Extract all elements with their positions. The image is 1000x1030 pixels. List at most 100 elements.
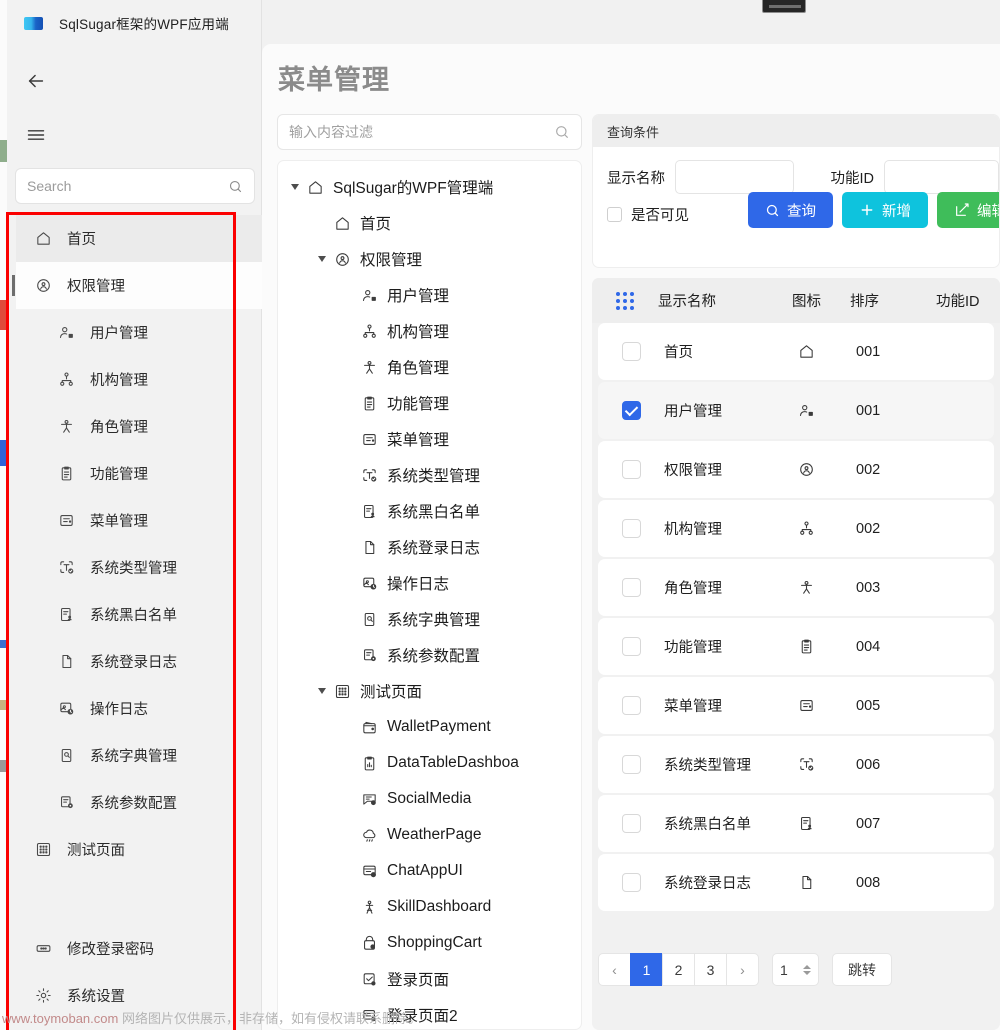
- home-icon: [798, 343, 815, 360]
- tree-filter-input[interactable]: 输入内容过滤: [277, 114, 582, 150]
- pager-page-1[interactable]: 1: [630, 953, 663, 986]
- tree-node-7[interactable]: 菜单管理: [278, 421, 581, 457]
- tree-node-4[interactable]: 机构管理: [278, 313, 581, 349]
- stepper-icon[interactable]: [803, 964, 811, 975]
- row-checkbox[interactable]: [621, 401, 641, 420]
- row-checkbox[interactable]: [621, 755, 641, 774]
- sidebar-bottom-item-0[interactable]: 修改登录密码: [16, 925, 262, 972]
- tree-node-19[interactable]: ChatAppUI: [278, 853, 581, 889]
- pager-goto-input[interactable]: 1: [772, 953, 819, 986]
- sidebar-item-13[interactable]: 测试页面: [16, 826, 262, 873]
- column-header-sort[interactable]: 排序: [850, 290, 936, 311]
- row-checkbox[interactable]: [621, 342, 641, 361]
- tree-node-label: WeatherPage: [387, 826, 482, 843]
- tree-node-11[interactable]: 操作日志: [278, 565, 581, 601]
- sidebar-item-label: 操作日志: [90, 702, 148, 718]
- row-checkbox[interactable]: [621, 519, 641, 538]
- table-row[interactable]: 系统黑白名单 007: [598, 795, 994, 852]
- sidebar-item-8[interactable]: 系统黑白名单: [16, 591, 262, 638]
- edit-button[interactable]: 编辑: [937, 192, 999, 228]
- visible-checkbox[interactable]: [607, 207, 622, 222]
- row-checkbox[interactable]: [621, 578, 641, 597]
- row-checkbox[interactable]: [621, 814, 641, 833]
- query-button[interactable]: 查询: [748, 192, 833, 228]
- function-id-field[interactable]: [883, 160, 999, 194]
- sidebar-item-0[interactable]: 首页: [16, 215, 262, 262]
- tree-node-14[interactable]: 测试页面: [278, 673, 581, 709]
- chevron-down-icon[interactable]: [315, 687, 328, 695]
- tree-node-0[interactable]: SqlSugar的WPF管理端: [278, 169, 581, 205]
- tree-node-17[interactable]: SocialMedia: [278, 781, 581, 817]
- table-row[interactable]: 系统登录日志 008: [598, 854, 994, 911]
- column-header-name[interactable]: 显示名称: [658, 290, 792, 311]
- sidebar-item-10[interactable]: 操作日志: [16, 685, 262, 732]
- search-icon: [554, 124, 570, 140]
- tree-node-6[interactable]: 功能管理: [278, 385, 581, 421]
- sidebar-item-6[interactable]: 菜单管理: [16, 497, 262, 544]
- table-row[interactable]: 角色管理 003: [598, 559, 994, 616]
- sidebar-item-4[interactable]: 角色管理: [16, 403, 262, 450]
- chat-window-icon: [358, 863, 380, 880]
- pager-next-button[interactable]: ›: [726, 953, 759, 986]
- cell-display-name: 系统登录日志: [664, 876, 751, 892]
- row-checkbox[interactable]: [621, 460, 641, 479]
- row-checkbox[interactable]: [621, 637, 641, 656]
- tree-node-23[interactable]: 登录页面2: [278, 997, 581, 1029]
- tree-node-16[interactable]: DataTableDashboa: [278, 745, 581, 781]
- sidebar-item-5[interactable]: 功能管理: [16, 450, 262, 497]
- tree-node-2[interactable]: 权限管理: [278, 241, 581, 277]
- sidebar-item-7[interactable]: 系统类型管理: [16, 544, 262, 591]
- tree-node-8[interactable]: 系统类型管理: [278, 457, 581, 493]
- tree-node-22[interactable]: 登录页面: [278, 961, 581, 997]
- sidebar-item-1[interactable]: 权限管理: [12, 262, 262, 309]
- tree-node-20[interactable]: SkillDashboard: [278, 889, 581, 925]
- sidebar-bottom-item-1[interactable]: 系统设置: [16, 972, 262, 1019]
- pager-page-3[interactable]: 3: [694, 953, 727, 986]
- table-row[interactable]: 用户管理 001: [598, 382, 994, 439]
- table-row[interactable]: 功能管理 004: [598, 618, 994, 675]
- tree-node-12[interactable]: 系统字典管理: [278, 601, 581, 637]
- table-row[interactable]: 系统类型管理 006: [598, 736, 994, 793]
- tree-node-label: SocialMedia: [387, 790, 472, 807]
- chevron-down-icon[interactable]: [288, 183, 301, 191]
- search-input[interactable]: Search: [15, 168, 255, 204]
- sidebar-item-12[interactable]: 系统参数配置: [16, 779, 262, 826]
- role-person-icon: [55, 418, 77, 435]
- cell-sort: 001: [856, 402, 881, 419]
- cell-display-name: 系统类型管理: [664, 758, 751, 774]
- table-row[interactable]: 菜单管理 005: [598, 677, 994, 734]
- hamburger-menu-button[interactable]: [21, 120, 51, 150]
- sidebar-item-9[interactable]: 系统登录日志: [16, 638, 262, 685]
- chevron-down-icon[interactable]: [315, 255, 328, 263]
- row-checkbox[interactable]: [621, 696, 641, 715]
- file-icon: [798, 874, 815, 891]
- sidebar-item-label: 功能管理: [90, 467, 148, 483]
- sidebar-item-3[interactable]: 机构管理: [16, 356, 262, 403]
- display-name-field[interactable]: [675, 160, 794, 194]
- app-logo-icon: [24, 16, 43, 30]
- column-header-icon[interactable]: 图标: [792, 290, 850, 311]
- column-selector-grip[interactable]: [592, 291, 658, 310]
- tree-node-1[interactable]: 首页: [278, 205, 581, 241]
- table-row[interactable]: 机构管理 002: [598, 500, 994, 557]
- window-minimize-nub[interactable]: [762, 0, 806, 13]
- pager-prev-button[interactable]: ‹: [598, 953, 631, 986]
- add-button[interactable]: 新增: [842, 192, 928, 228]
- sidebar-item-2[interactable]: 用户管理: [16, 309, 262, 356]
- tree-node-10[interactable]: 系统登录日志: [278, 529, 581, 565]
- tree-node-15[interactable]: WalletPayment: [278, 709, 581, 745]
- tree-node-9[interactable]: 系统黑白名单: [278, 493, 581, 529]
- row-checkbox[interactable]: [621, 873, 641, 892]
- tree-node-5[interactable]: 角色管理: [278, 349, 581, 385]
- tree-node-18[interactable]: WeatherPage: [278, 817, 581, 853]
- tree-node-13[interactable]: 系统参数配置: [278, 637, 581, 673]
- table-row[interactable]: 权限管理 002: [598, 441, 994, 498]
- table-row[interactable]: 首页 001: [598, 323, 994, 380]
- back-button[interactable]: [21, 66, 51, 96]
- pager-page-2[interactable]: 2: [662, 953, 695, 986]
- pager-goto-button[interactable]: 跳转: [832, 953, 892, 986]
- tree-node-3[interactable]: 用户管理: [278, 277, 581, 313]
- sidebar-item-11[interactable]: 系统字典管理: [16, 732, 262, 779]
- column-header-fid[interactable]: 功能ID: [936, 290, 1000, 311]
- tree-node-21[interactable]: ShoppingCart: [278, 925, 581, 961]
